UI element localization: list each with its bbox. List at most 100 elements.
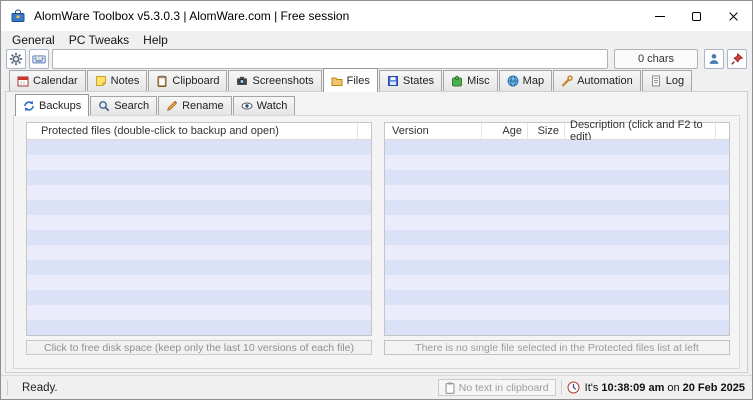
settings-button[interactable] <box>6 49 26 69</box>
backups-icon <box>23 100 35 112</box>
tab-automation[interactable]: Automation <box>553 70 641 91</box>
statusbar: Ready. No text in clipboard It's 10:38:0… <box>1 375 752 399</box>
time-value: 10:38:09 am <box>601 381 665 394</box>
gear-icon <box>9 52 23 66</box>
clipboard-icon <box>156 75 168 87</box>
tab-log-label: Log <box>665 75 685 87</box>
globe-icon <box>507 75 519 87</box>
protected-files-header-tail <box>357 123 371 139</box>
versions-header-tail <box>715 123 729 139</box>
tab-files-label: Files <box>346 74 370 87</box>
column-version[interactable]: Version <box>385 123 482 139</box>
subtab-watch-label: Watch <box>256 100 288 112</box>
subtab-search-label: Search <box>114 100 150 112</box>
tab-clipboard[interactable]: Clipboard <box>148 70 228 91</box>
column-size[interactable]: Size <box>528 123 565 139</box>
clipboard-status-label: No text in clipboard <box>458 381 549 394</box>
date-value: 20 Feb 2025 <box>682 381 745 394</box>
misc-icon <box>451 75 463 87</box>
close-icon <box>728 11 739 22</box>
clock-icon <box>567 381 580 394</box>
tab-states-label: States <box>402 75 435 87</box>
subtab-rename[interactable]: Rename <box>158 96 232 115</box>
tab-misc-label: Misc <box>467 75 490 87</box>
tab-log[interactable]: Log <box>641 70 693 91</box>
subtab-watch[interactable]: Watch <box>232 96 296 115</box>
column-age[interactable]: Age <box>482 123 528 139</box>
no-file-selected-note: There is no single file selected in the … <box>384 340 730 355</box>
status-right-group: No text in clipboard It's 10:38:09 am on… <box>437 379 752 396</box>
send-keys-button[interactable] <box>29 49 49 69</box>
app-window: { "window": { "title": "AlomWare Toolbox… <box>0 0 753 400</box>
pin-button[interactable] <box>727 49 747 69</box>
pencil-icon <box>166 100 178 112</box>
tab-screenshots[interactable]: Screenshots <box>228 70 322 91</box>
tab-automation-label: Automation <box>577 75 633 87</box>
protected-files-header[interactable]: Protected files (double-click to backup … <box>27 123 371 140</box>
files-subtabstrip: Backups Search Rename Watch <box>15 93 296 116</box>
search-icon <box>98 100 110 112</box>
status-time: It's 10:38:09 am on 20 Feb 2025 <box>585 382 745 394</box>
clipboard-status-icon <box>445 381 455 394</box>
tab-screenshots-label: Screenshots <box>252 75 314 87</box>
command-input[interactable] <box>52 49 608 69</box>
protected-files-list[interactable]: Protected files (double-click to backup … <box>26 122 372 336</box>
document-icon <box>650 75 662 87</box>
toolbar-right <box>704 49 747 69</box>
folder-icon <box>331 75 343 87</box>
wrench-icon <box>561 75 573 87</box>
close-button[interactable] <box>715 1 752 31</box>
main-tabstrip: Calendar Notes Clipboard Screenshots Fil… <box>9 68 693 92</box>
versions-list[interactable]: Version Age Size Description (click and … <box>384 119 730 336</box>
maximize-icon <box>692 11 701 21</box>
free-disk-space-button[interactable]: Click to free disk space (keep only the … <box>26 340 372 355</box>
status-divider <box>7 380 8 395</box>
minimize-icon <box>654 15 665 17</box>
menu-pc-tweaks[interactable]: PC Tweaks <box>62 32 136 48</box>
pin-icon <box>730 52 744 66</box>
status-ready: Ready. <box>22 381 58 394</box>
versions-header[interactable]: Version Age Size Description (click and … <box>385 119 729 143</box>
tab-states[interactable]: States <box>378 70 443 91</box>
column-description[interactable]: Description (click and F2 to edit) <box>565 119 715 143</box>
versions-rows[interactable] <box>385 140 729 335</box>
menu-general[interactable]: General <box>5 32 62 48</box>
tab-misc[interactable]: Misc <box>443 70 498 91</box>
subtab-search[interactable]: Search <box>90 96 158 115</box>
subtab-rename-label: Rename <box>182 100 224 112</box>
toolbar: 0 chars <box>1 48 752 70</box>
tab-map-label: Map <box>522 75 545 87</box>
calendar-icon <box>17 75 29 87</box>
time-joiner: on <box>667 381 680 394</box>
tab-notes-label: Notes <box>110 75 140 87</box>
minimize-button[interactable] <box>641 1 678 31</box>
protected-files-header-label[interactable]: Protected files (double-click to backup … <box>27 125 357 137</box>
notes-icon <box>95 75 107 87</box>
status-divider-2 <box>560 380 562 395</box>
char-count: 0 chars <box>614 49 698 69</box>
camera-icon <box>236 75 248 87</box>
time-prefix: It's <box>584 381 599 394</box>
app-icon <box>10 8 26 24</box>
maximize-button[interactable] <box>678 1 715 31</box>
window-controls <box>641 1 752 31</box>
clipboard-status: No text in clipboard <box>437 379 556 396</box>
tab-calendar[interactable]: Calendar <box>9 70 86 91</box>
subtab-backups-label: Backups <box>39 99 82 112</box>
tab-calendar-label: Calendar <box>33 75 78 87</box>
titlebar: AlomWare Toolbox v5.3.0.3 | AlomWare.com… <box>1 1 752 31</box>
user-button[interactable] <box>704 49 724 69</box>
tab-notes[interactable]: Notes <box>86 70 148 91</box>
person-icon <box>707 52 721 66</box>
keyboard-icon <box>32 52 46 66</box>
menubar: General PC Tweaks Help <box>1 31 752 48</box>
menu-help[interactable]: Help <box>136 32 175 48</box>
subtab-backups[interactable]: Backups <box>15 94 90 116</box>
eye-icon <box>241 100 253 112</box>
tab-map[interactable]: Map <box>498 70 553 91</box>
protected-files-rows[interactable] <box>27 140 371 335</box>
tab-files[interactable]: Files <box>322 68 378 92</box>
tab-clipboard-label: Clipboard <box>172 75 220 87</box>
states-icon <box>387 75 399 87</box>
window-title: AlomWare Toolbox v5.3.0.3 | AlomWare.com… <box>34 9 350 23</box>
